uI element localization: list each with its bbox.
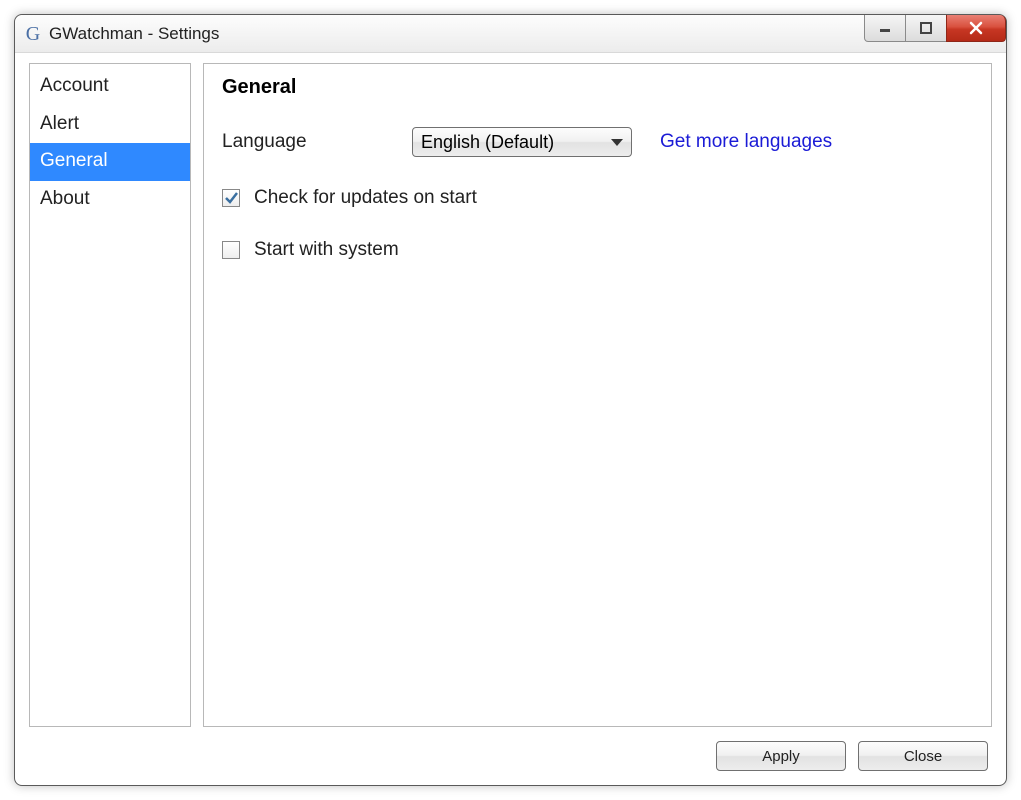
settings-window: G GWatchman - Settings Account Alert Gen… xyxy=(14,14,1007,786)
content-panel: General Language English (Default) Get m… xyxy=(203,63,992,727)
check-updates-checkbox[interactable] xyxy=(222,189,240,207)
language-value: English (Default) xyxy=(421,132,554,153)
sidebar: Account Alert General About xyxy=(29,63,191,727)
language-dropdown[interactable]: English (Default) xyxy=(412,127,632,157)
start-with-system-label: Start with system xyxy=(254,239,399,261)
window-title: GWatchman - Settings xyxy=(49,24,219,44)
maximize-icon xyxy=(919,21,933,35)
language-label: Language xyxy=(222,131,412,153)
language-row: Language English (Default) Get more lang… xyxy=(222,127,973,157)
window-controls xyxy=(865,15,1006,42)
sidebar-item-account[interactable]: Account xyxy=(30,68,190,106)
close-icon xyxy=(968,20,984,36)
window-body: Account Alert General About General Lang… xyxy=(15,53,1006,727)
close-button[interactable]: Close xyxy=(858,741,988,771)
get-more-languages-link[interactable]: Get more languages xyxy=(660,131,832,153)
footer: Apply Close xyxy=(15,727,1006,785)
start-with-system-checkbox[interactable] xyxy=(222,241,240,259)
sidebar-item-about[interactable]: About xyxy=(30,181,190,219)
titlebar[interactable]: G GWatchman - Settings xyxy=(15,15,1006,53)
checkmark-icon xyxy=(223,190,239,206)
maximize-button[interactable] xyxy=(905,15,947,42)
start-with-system-row: Start with system xyxy=(222,239,973,261)
check-updates-row: Check for updates on start xyxy=(222,187,973,209)
minimize-icon xyxy=(878,21,892,35)
content-heading: General xyxy=(222,76,973,99)
sidebar-item-general[interactable]: General xyxy=(30,143,190,181)
chevron-down-icon xyxy=(611,139,623,146)
sidebar-item-alert[interactable]: Alert xyxy=(30,106,190,144)
apply-button[interactable]: Apply xyxy=(716,741,846,771)
app-icon: G xyxy=(23,24,43,44)
close-window-button[interactable] xyxy=(946,15,1006,42)
check-updates-label: Check for updates on start xyxy=(254,187,477,209)
minimize-button[interactable] xyxy=(864,15,906,42)
